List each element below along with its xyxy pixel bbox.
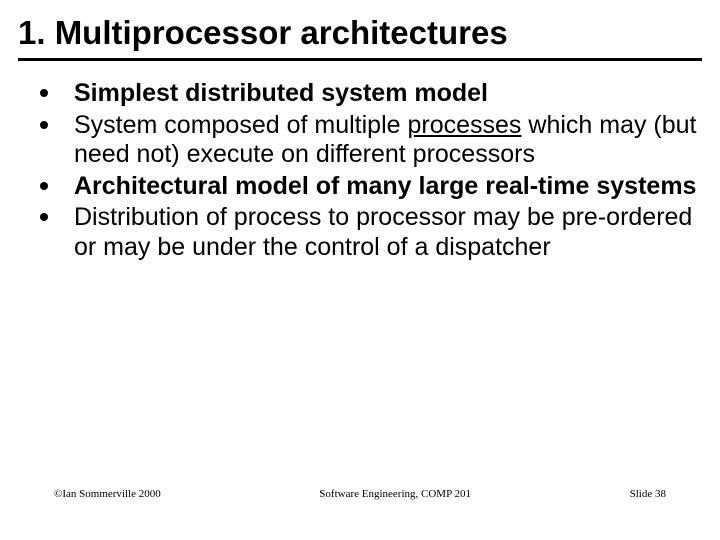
footer-center: Software Engineering, COMP 201 bbox=[161, 488, 630, 500]
bullet-list: Simplest distributed system model System… bbox=[34, 79, 702, 262]
bullet-item-3: Architectural model of many large real-t… bbox=[34, 172, 702, 202]
footer: ©Ian Sommerville 2000 Software Engineeri… bbox=[0, 488, 720, 500]
bullet-item-2: System composed of multiple processes wh… bbox=[34, 111, 702, 170]
bullet-1-text: Simplest distributed system model bbox=[74, 79, 488, 107]
bullet-2-underline: processes bbox=[407, 111, 521, 139]
bullet-2-text-a: System composed of multiple bbox=[74, 111, 407, 139]
slide: 1. Multiprocessor architectures Simplest… bbox=[0, 0, 720, 540]
footer-left: ©Ian Sommerville 2000 bbox=[54, 488, 161, 500]
bullet-4-text: Distribution of process to processor may… bbox=[74, 203, 692, 261]
bullet-item-4: Distribution of process to processor may… bbox=[34, 203, 702, 262]
footer-right: Slide 38 bbox=[630, 488, 666, 500]
slide-title: 1. Multiprocessor architectures bbox=[18, 14, 702, 61]
bullet-3-text: Architectural model of many large real-t… bbox=[74, 172, 696, 200]
bullet-item-1: Simplest distributed system model bbox=[34, 79, 702, 109]
